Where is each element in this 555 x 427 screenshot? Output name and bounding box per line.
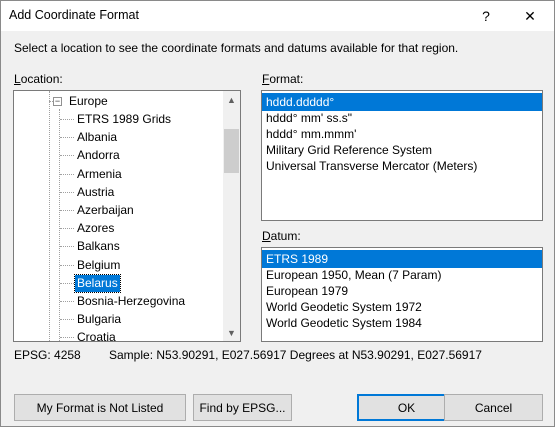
tree-item[interactable]: ETRS 1989 Grids: [75, 111, 173, 128]
tree-item[interactable]: Azerbaijan: [75, 202, 136, 219]
cancel-button[interactable]: Cancel: [444, 394, 543, 421]
help-button[interactable]: ?: [464, 1, 508, 31]
close-icon: ✕: [524, 7, 536, 24]
datum-list-item[interactable]: World Geodetic System 1984: [262, 314, 542, 332]
intro-text: Select a location to see the coordinate …: [14, 41, 459, 55]
scroll-up-icon[interactable]: ▲: [223, 91, 240, 108]
format-label: Format:: [262, 72, 304, 86]
format-list-item[interactable]: Universal Transverse Mercator (Meters): [262, 157, 542, 175]
sample-text: Sample: N53.90291, E027.56917 Degrees at…: [109, 348, 482, 362]
tree-item[interactable]: Albania: [75, 129, 119, 146]
tree-item[interactable]: Armenia: [75, 166, 124, 183]
datum-list[interactable]: ETRS 1989 European 1950, Mean (7 Param) Eu…: [261, 247, 543, 342]
scroll-down-icon[interactable]: ▼: [223, 324, 240, 341]
location-scrollbar[interactable]: ▲ ▼: [223, 91, 240, 341]
help-icon: ?: [482, 8, 490, 24]
collapse-icon[interactable]: −: [53, 97, 62, 106]
ok-button[interactable]: OK: [357, 394, 456, 421]
tree-item[interactable]: Belgium: [75, 257, 122, 274]
close-button[interactable]: ✕: [508, 1, 552, 31]
location-label: Location:: [14, 72, 63, 86]
window-title: Add Coordinate Format: [9, 8, 139, 22]
location-tree[interactable]: − Europe ETRS 1989 Grids Albania Andorra Ar…: [13, 90, 241, 342]
epsg-code: EPSG: 4258: [14, 348, 81, 362]
tree-item[interactable]: Bulgaria: [75, 311, 123, 328]
tree-item[interactable]: Belarus: [74, 273, 121, 293]
tree-item-europe[interactable]: Europe: [67, 93, 110, 110]
tree-item[interactable]: Andorra: [75, 147, 122, 164]
format-list[interactable]: hddd.ddddd° hddd° mm' ss.s" hddd° mm.mmm' M…: [261, 90, 543, 221]
title-bar: Add Coordinate Format ? ✕: [1, 1, 554, 31]
tree-item[interactable]: Azores: [75, 220, 116, 237]
scroll-thumb[interactable]: [224, 129, 239, 173]
tree-item[interactable]: Bosnia-Herzegovina: [75, 293, 187, 310]
add-coordinate-format-dialog: Add Coordinate Format ? ✕ Select a locat…: [0, 0, 555, 427]
tree-item[interactable]: Balkans: [75, 238, 122, 255]
my-format-not-listed-button[interactable]: My Format is Not Listed: [14, 394, 186, 421]
tree-child-line: [59, 109, 60, 341]
find-by-epsg-button[interactable]: Find by EPSG...: [193, 394, 292, 421]
datum-label: Datum:: [262, 229, 301, 243]
tree-item[interactable]: Croatia: [75, 329, 118, 341]
tree-root-line: [49, 91, 50, 341]
tree-item[interactable]: Austria: [75, 184, 116, 201]
